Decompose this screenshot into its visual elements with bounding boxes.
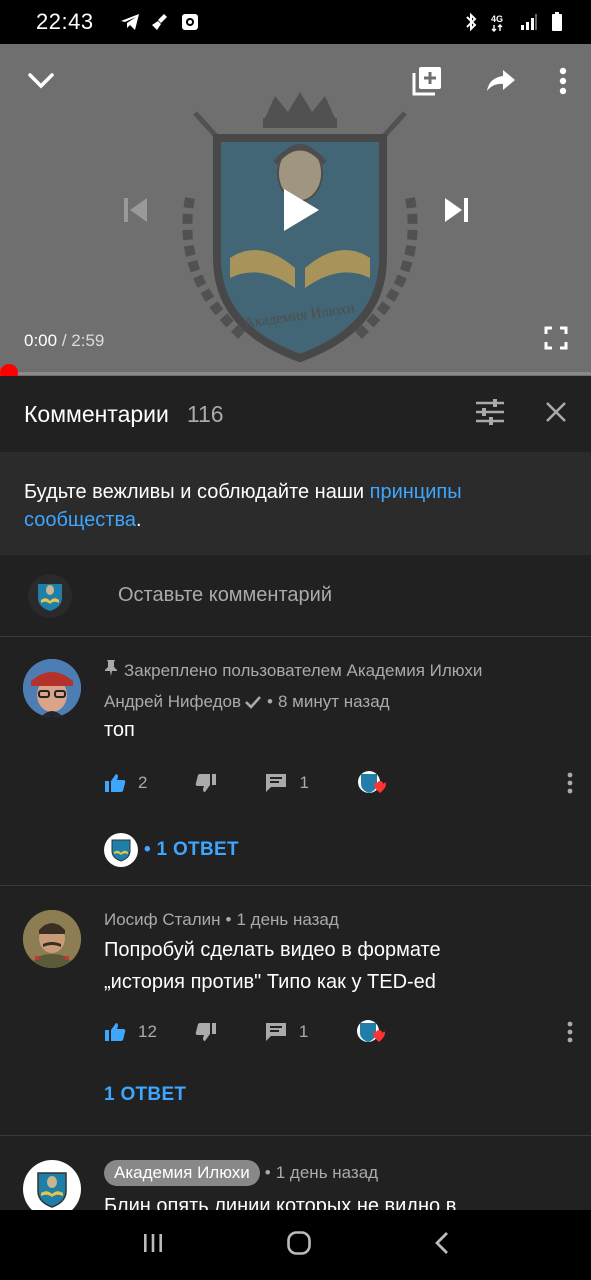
creator-reply-avatar (104, 833, 138, 867)
comment-meta: Академия Илюхи • 1 день назад (104, 1160, 567, 1186)
comment-author[interactable]: Андрей Нифедов (104, 692, 241, 712)
signal-icon (519, 12, 539, 32)
comment-text-line-2: „история против" Типо как у TED-ed (104, 971, 436, 993)
progress-bar[interactable] (0, 364, 591, 382)
like-count: 2 (138, 773, 148, 792)
reply-comment-icon (265, 1023, 286, 1041)
view-replies-link[interactable]: 1 ОТВЕТ (104, 1084, 186, 1106)
comment-time: 1 день назад (275, 1163, 379, 1182)
telegram-icon (120, 12, 140, 32)
pin-icon (104, 659, 118, 682)
dislike-button[interactable] (195, 773, 217, 793)
dislike-button[interactable] (195, 1022, 217, 1042)
creator-heart-icon (357, 1020, 386, 1042)
status-time: 22:43 (36, 9, 94, 34)
comment-time: 8 минут назад (277, 692, 390, 711)
thumbs-up-icon (105, 774, 126, 792)
battery-icon (547, 12, 567, 32)
play-icon[interactable] (272, 182, 328, 238)
thumbs-up-icon (105, 1023, 126, 1041)
duration: 2:59 (71, 331, 105, 350)
close-icon[interactable] (545, 401, 567, 428)
guidelines-end: . (135, 509, 142, 531)
reply-button[interactable]: 1 (265, 1022, 308, 1042)
svg-text:4G: 4G (491, 14, 503, 24)
previous-track-icon[interactable] (118, 192, 152, 228)
creator-heart-badge (356, 1019, 386, 1045)
square-app-icon (180, 12, 200, 32)
like-button[interactable]: 12 (104, 1022, 157, 1042)
reply-count: 1 (299, 773, 309, 792)
next-track-icon[interactable] (440, 192, 474, 228)
comment-text-line-1: Попробуй сделать видео в формате (104, 939, 441, 961)
status-bar: 22:43 4G (0, 0, 591, 44)
bluetooth-icon (461, 12, 481, 32)
comment-item: Академия Илюхи • 1 день назад Блин опять… (0, 1136, 591, 1210)
add-comment-row[interactable]: Оставьте комментарий (0, 555, 591, 637)
comments-count: 116 (186, 400, 224, 427)
comment-item: Иосиф Сталин • 1 день назад Попробуй сде… (0, 886, 591, 1136)
system-nav-bar (0, 1210, 591, 1280)
comment-input[interactable]: Оставьте комментарий (118, 584, 332, 607)
comment-time: 1 день назад (236, 910, 339, 929)
current-time: 0:00 (24, 331, 58, 350)
more-options-icon[interactable] (552, 66, 574, 96)
comment-text: Блин опять линии которых не видно в (104, 1195, 457, 1210)
creator-author-chip[interactable]: Академия Илюхи (104, 1160, 260, 1186)
comment-author-avatar[interactable] (23, 659, 81, 717)
creator-heart-icon (357, 771, 386, 793)
comment-meta: Андрей Нифедов • 8 минут назад (104, 692, 390, 712)
comment-author-avatar[interactable] (23, 910, 81, 968)
like-count: 12 (138, 1022, 157, 1041)
thumbs-down-icon (195, 1023, 216, 1041)
verified-check-icon (244, 695, 262, 709)
4g-icon: 4G (489, 12, 511, 32)
reply-button[interactable]: 1 (265, 773, 309, 793)
sort-filter-icon[interactable] (475, 398, 505, 431)
home-icon[interactable] (286, 1230, 312, 1261)
share-icon[interactable] (484, 66, 518, 96)
recent-apps-icon[interactable] (141, 1231, 165, 1260)
back-icon[interactable] (433, 1230, 451, 1261)
time-separator: / (61, 331, 67, 350)
reply-comment-icon (266, 774, 287, 792)
community-guidelines-notice: Будьте вежливы и соблюдайте наши принцип… (0, 452, 591, 555)
fullscreen-icon[interactable] (542, 324, 570, 352)
pinned-text: Закреплено пользователем Академия Илюхи (124, 660, 483, 680)
like-button[interactable]: 2 (104, 773, 147, 793)
comment-more-icon[interactable] (567, 772, 573, 794)
comment-more-icon[interactable] (567, 1021, 573, 1043)
view-replies-text[interactable]: 1 ОТВЕТ (104, 1084, 186, 1106)
comments-header: Комментарии 116 (0, 376, 591, 452)
view-replies-link[interactable]: • 1 ОТВЕТ (104, 833, 239, 867)
comments-title: Комментарии (24, 400, 169, 427)
video-player[interactable]: Академия Илюхи 0:00 / 2:59 (0, 44, 591, 376)
time-display: 0:00 / 2:59 (24, 331, 104, 351)
thumbs-down-icon (196, 774, 217, 792)
broom-icon (150, 12, 170, 32)
comment-item: Закреплено пользователем Академия Илюхи … (0, 637, 591, 886)
add-to-playlist-icon[interactable] (410, 64, 444, 98)
pinned-label: Закреплено пользователем Академия Илюхи (104, 659, 567, 682)
guidelines-text: Будьте вежливы и соблюдайте наши (24, 481, 370, 503)
view-replies-text[interactable]: 1 ОТВЕТ (157, 839, 239, 861)
comment-meta: Иосиф Сталин • 1 день назад (104, 910, 339, 930)
collapse-chevron-icon[interactable] (26, 66, 56, 96)
creator-heart-badge (357, 770, 387, 796)
comment-text: топ (104, 719, 135, 741)
comment-actions: 2 1 (104, 769, 573, 797)
comment-author-avatar[interactable] (23, 1160, 81, 1210)
reply-count: 1 (298, 1022, 309, 1041)
comment-author[interactable]: Иосиф Сталин (104, 910, 221, 930)
my-avatar (28, 573, 72, 618)
comment-actions: 12 1 (104, 1018, 573, 1046)
